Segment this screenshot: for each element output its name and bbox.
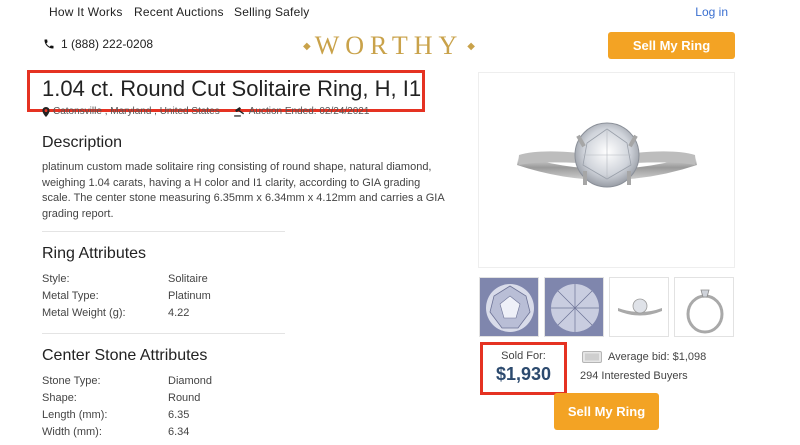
center-stone-heading: Center Stone Attributes <box>42 347 208 364</box>
thumbnail-diamond-top[interactable] <box>479 277 539 337</box>
top-nav: How It Works Recent Auctions Selling Saf… <box>0 0 800 24</box>
phone-text: 1 (888) 222-0208 <box>61 37 154 51</box>
attr-label: Shape: <box>42 392 77 404</box>
attr-label: Metal Weight (g): <box>42 307 126 319</box>
attr-label: Length (mm): <box>42 409 108 421</box>
ring-icon <box>517 122 697 188</box>
description-text: platinum custom made solitaire ring cons… <box>42 161 445 220</box>
gavel-icon <box>233 106 244 117</box>
diamond-top-icon <box>480 278 538 336</box>
phone-number[interactable]: 1 (888) 222-0208 <box>43 37 153 51</box>
ring-front-icon <box>686 289 724 334</box>
attr-label: Width (mm): <box>42 426 102 438</box>
logo-diamond-left-icon: ◆ <box>303 40 311 52</box>
main-ring-image[interactable] <box>478 72 735 268</box>
sold-price: $1,930 <box>495 364 552 384</box>
auction-ended-text: Auction Ended: 02/24/2021 <box>248 106 370 117</box>
nav-how-it-works[interactable]: How It Works <box>49 5 123 19</box>
attr-label: Metal Type: <box>42 290 99 302</box>
sold-for-label: Sold For: <box>501 350 546 362</box>
sell-my-ring-button[interactable]: Sell My Ring <box>554 393 659 430</box>
location-pin-icon <box>42 106 50 117</box>
description-heading: Description <box>42 134 123 151</box>
thumbnail-ring-front[interactable] <box>674 277 734 337</box>
attr-value: Round <box>168 392 201 404</box>
logo-text: WORTHY <box>314 31 464 60</box>
attr-value: 4.22 <box>168 307 190 319</box>
location-text: Catonsville , Maryland , United States <box>53 106 220 117</box>
ring-attributes-heading: Ring Attributes <box>42 245 147 262</box>
logo-diamond-right-icon: ◆ <box>467 40 475 52</box>
nav-recent-auctions[interactable]: Recent Auctions <box>134 5 224 19</box>
phone-icon <box>44 39 54 49</box>
attr-label: Stone Type: <box>42 375 101 387</box>
login-link[interactable]: Log in <box>695 5 728 19</box>
attr-value: 6.35 <box>168 409 190 421</box>
nav-selling-safely[interactable]: Selling Safely <box>234 5 310 19</box>
average-bid-text: Average bid: $1,098 <box>608 351 707 363</box>
sell-my-ring-button-header[interactable]: Sell My Ring <box>608 32 735 59</box>
diamond-pavilion-icon <box>545 278 603 336</box>
attr-label: Style: <box>42 273 70 285</box>
listing-title: 1.04 ct. Round Cut Solitaire Ring, H, I1 <box>42 76 422 101</box>
ring-side-icon <box>618 298 662 316</box>
attr-value: Solitaire <box>168 273 208 285</box>
divider <box>42 231 285 232</box>
attr-value: 6.34 <box>168 426 190 438</box>
thumbnail-ring-side[interactable] <box>609 277 669 337</box>
money-icon <box>582 351 602 363</box>
listing-meta: Catonsville , Maryland , United States A… <box>42 106 369 117</box>
attr-value: Platinum <box>168 290 211 302</box>
average-bid: Average bid: $1,098 <box>582 351 706 363</box>
interested-buyers: 294 Interested Buyers <box>580 370 688 382</box>
attr-value: Diamond <box>168 375 213 387</box>
divider <box>42 333 285 334</box>
worthy-logo[interactable]: ◆ WORTHY ◆ <box>288 31 490 61</box>
thumbnail-diamond-bottom[interactable] <box>544 277 604 337</box>
